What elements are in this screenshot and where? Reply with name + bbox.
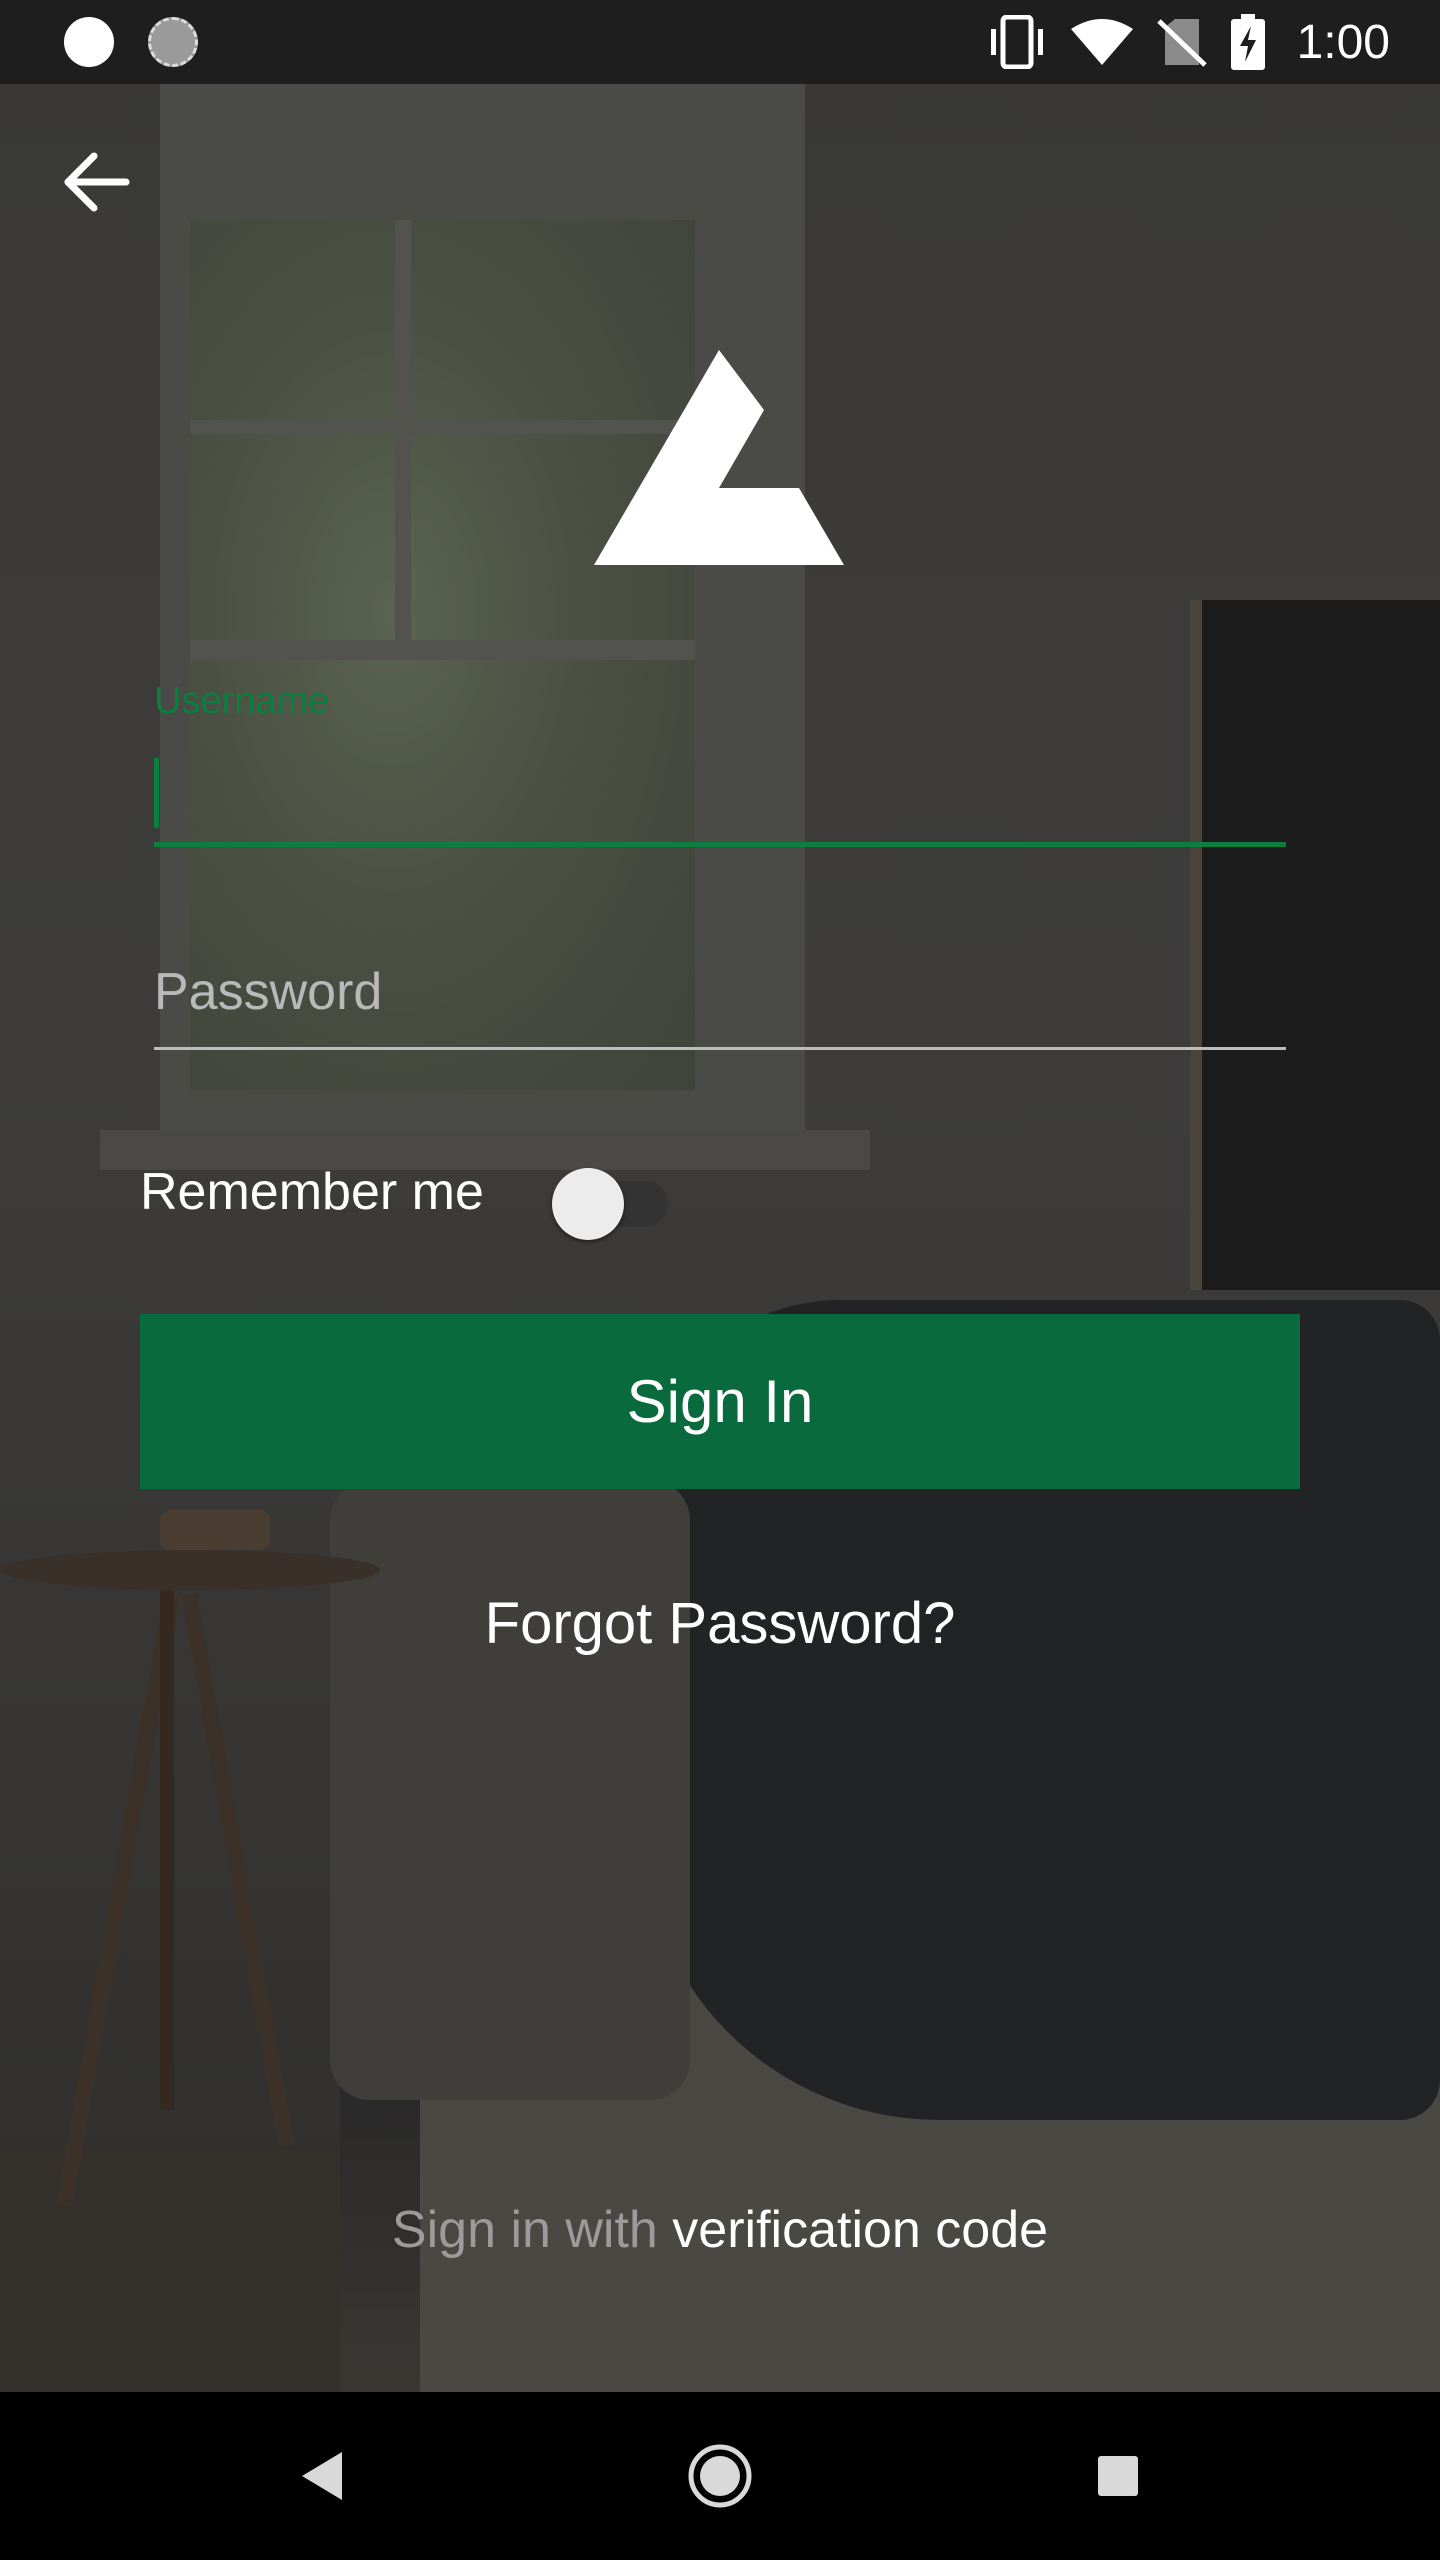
sync-icon <box>148 17 198 67</box>
sign-in-with-text: Sign in with <box>391 2201 658 2259</box>
password-underline <box>154 1047 1286 1050</box>
text-cursor <box>154 758 159 828</box>
nav-recents-icon[interactable] <box>1078 2436 1158 2516</box>
toggle-thumb <box>552 1168 624 1240</box>
username-label: Username <box>154 680 330 722</box>
verification-code-link[interactable]: verification code <box>672 2201 1048 2259</box>
nav-back-icon[interactable] <box>284 2436 364 2516</box>
app-logo <box>594 350 844 565</box>
notification-dot-icon <box>64 17 114 67</box>
vibrate-icon <box>990 15 1043 69</box>
username-field[interactable]: Username <box>154 680 1286 850</box>
password-field[interactable]: Password <box>154 950 1286 1050</box>
no-sim-icon <box>1156 19 1207 67</box>
forgot-password-link[interactable]: Forgot Password? <box>0 1590 1440 1657</box>
verification-code-row: Sign in with verification code <box>0 2200 1440 2260</box>
username-underline <box>154 842 1286 847</box>
remember-me-label: Remember me <box>140 1163 484 1221</box>
nav-home-icon[interactable] <box>680 2436 760 2516</box>
battery-charging-icon <box>1230 14 1265 70</box>
sign-in-button[interactable]: Sign In <box>140 1314 1300 1489</box>
navigation-bar <box>0 2392 1440 2560</box>
password-placeholder: Password <box>154 963 383 1021</box>
remember-me-toggle[interactable] <box>552 1160 668 1240</box>
status-bar: 1:00 <box>0 0 1440 84</box>
back-arrow-icon[interactable] <box>58 146 138 226</box>
wifi-icon <box>1070 19 1133 65</box>
status-time: 1:00 <box>1296 15 1390 69</box>
